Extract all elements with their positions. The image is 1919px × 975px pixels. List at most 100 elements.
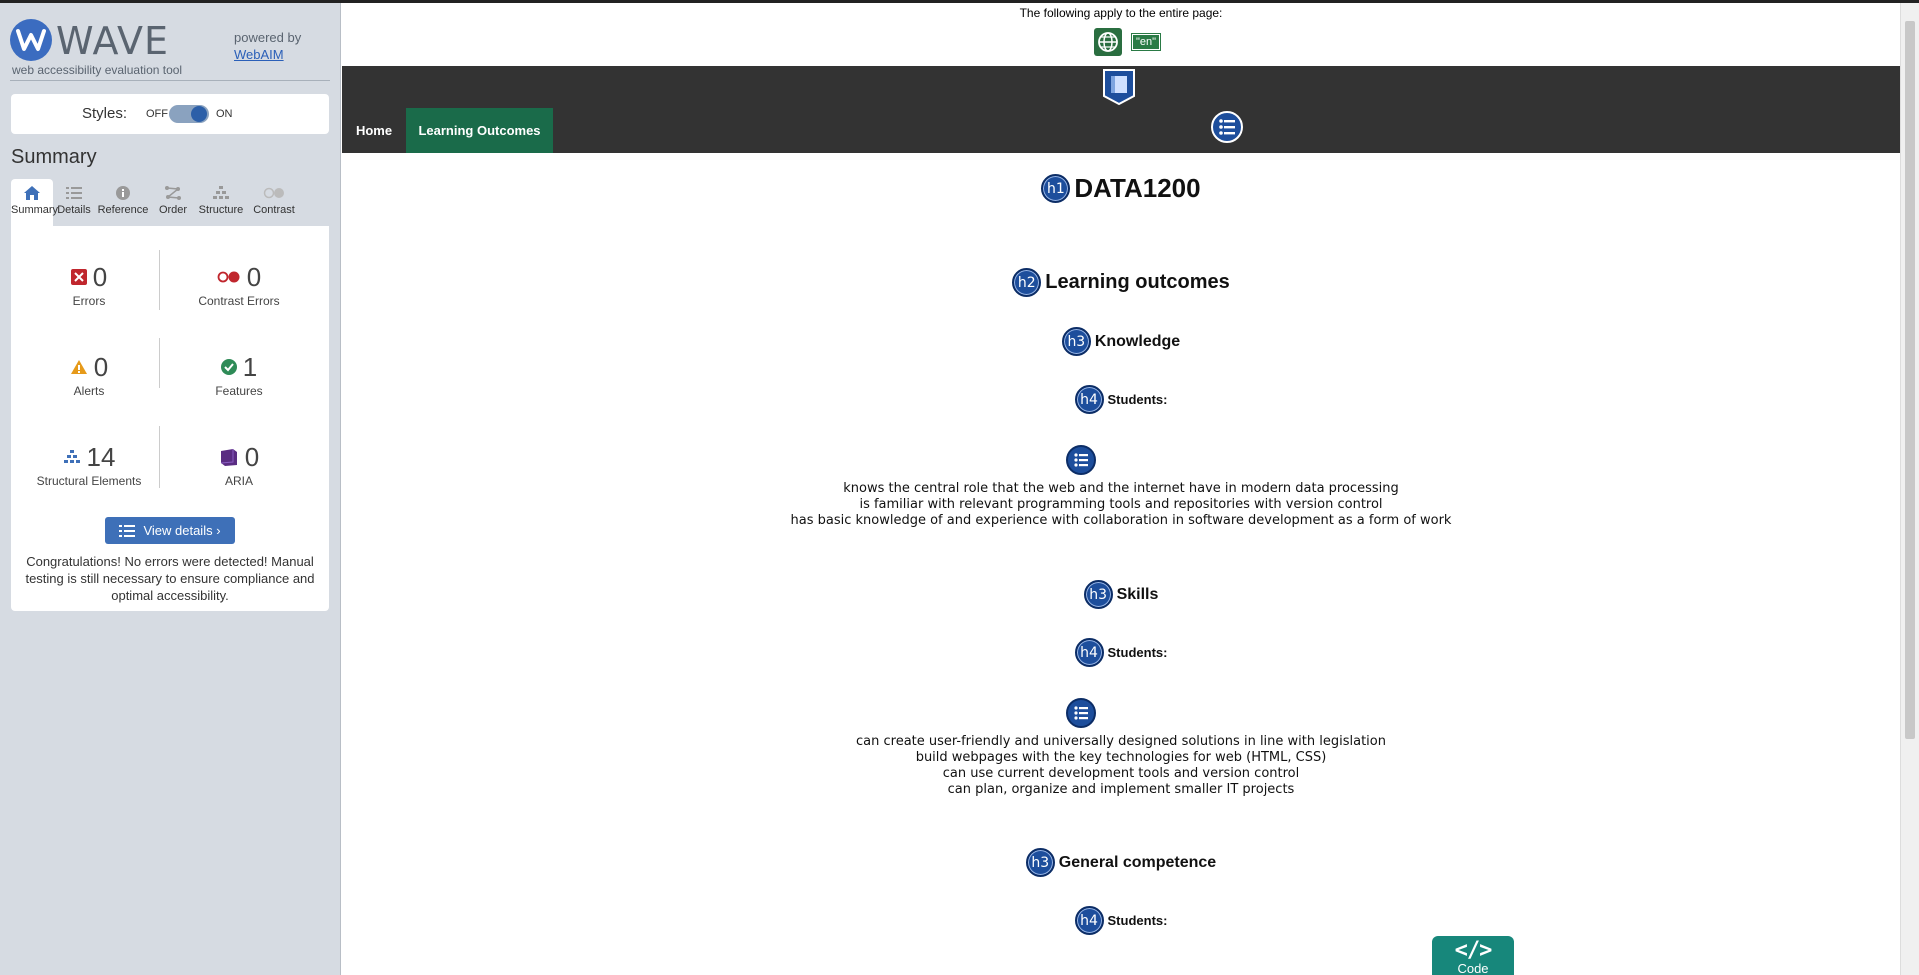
list-icon[interactable] bbox=[1066, 445, 1096, 475]
tab-structure[interactable]: Structure bbox=[195, 179, 247, 226]
webaim-link[interactable]: WebAIM bbox=[234, 46, 301, 63]
h3-text: General competence bbox=[1058, 853, 1217, 871]
stat-structural-elements[interactable]: 14 Structural Elements bbox=[19, 441, 159, 489]
h4-text: Students: bbox=[1107, 392, 1168, 407]
nav-learning-outcomes-link[interactable]: Learning Outcomes bbox=[406, 108, 553, 153]
stat-features[interactable]: 1 Features bbox=[169, 351, 309, 399]
stat-contrast-errors[interactable]: 0 Contrast Errors bbox=[169, 262, 309, 309]
details-list-icon bbox=[66, 187, 82, 199]
h4-badge-icon[interactable]: h4 bbox=[1074, 638, 1104, 667]
language-badge[interactable]: "en" bbox=[1130, 33, 1162, 51]
tab-contrast-label: Contrast bbox=[253, 204, 295, 216]
list-item: can create user-friendly and universally… bbox=[856, 734, 1386, 749]
aria-icon bbox=[220, 449, 237, 466]
h4-badge-icon[interactable]: h4 bbox=[1074, 906, 1104, 935]
wave-logo-area: WAVE web accessibility evaluation tool p… bbox=[10, 15, 330, 81]
styles-label: Styles: bbox=[82, 105, 128, 122]
congrats-message: Congratulations! No errors were detected… bbox=[25, 554, 315, 603]
contrast-icon bbox=[263, 187, 284, 199]
h2-text: Learning outcomes bbox=[1045, 271, 1230, 293]
skills-list: can create user-friendly and universally… bbox=[342, 734, 1900, 798]
h4-text: Students: bbox=[1107, 913, 1168, 928]
tab-contrast[interactable]: Contrast bbox=[249, 179, 299, 226]
heading-h3-skills: h3 Skills bbox=[342, 580, 1900, 609]
tab-reference[interactable]: Reference bbox=[95, 179, 151, 226]
h3-badge-icon[interactable]: h3 bbox=[1025, 848, 1055, 877]
code-icon: </> bbox=[1454, 938, 1493, 963]
tab-order-label: Order bbox=[158, 204, 188, 216]
structural-label: Structural Elements bbox=[36, 474, 142, 488]
h3-text: Skills bbox=[1116, 585, 1159, 603]
errors-count: 0 bbox=[92, 261, 108, 292]
h2-badge-icon[interactable]: h2 bbox=[1012, 268, 1042, 297]
scrollbar-thumb[interactable] bbox=[1905, 21, 1915, 739]
toggle-knob bbox=[191, 106, 207, 122]
alert-icon bbox=[70, 360, 87, 374]
page-language-notice: The following apply to the entire page: bbox=[1019, 6, 1223, 20]
code-label: Code bbox=[1457, 961, 1489, 975]
h4-text: Students: bbox=[1107, 645, 1168, 660]
contrast-errors-label: Contrast Errors bbox=[198, 294, 280, 308]
wave-subtitle: web accessibility evaluation tool bbox=[12, 63, 183, 77]
code-toggle-button[interactable]: </> Code bbox=[1432, 936, 1514, 975]
home-icon bbox=[24, 186, 40, 200]
heading-h3-general: h3 General competence bbox=[342, 848, 1900, 877]
aria-count: 0 bbox=[244, 441, 260, 472]
tab-summary[interactable]: Summary bbox=[11, 179, 58, 226]
panel-tabs: Summary Details Reference Order Structur… bbox=[11, 179, 329, 226]
structural-count: 14 bbox=[86, 441, 116, 472]
structure-icon bbox=[213, 186, 229, 199]
heading-h4: h4 Students: bbox=[342, 385, 1900, 414]
styles-toggle[interactable] bbox=[169, 105, 209, 123]
powered-by-text: powered by bbox=[234, 30, 302, 45]
h1-badge-icon[interactable]: h1 bbox=[1041, 174, 1071, 203]
evaluated-page: The following apply to the entire page: … bbox=[342, 3, 1900, 975]
divider bbox=[159, 250, 160, 310]
tab-reference-label: Reference bbox=[97, 204, 149, 216]
list-item: has basic knowledge of and experience wi… bbox=[790, 513, 1452, 528]
contrast-error-icon bbox=[217, 271, 240, 283]
list-icon[interactable] bbox=[1066, 698, 1096, 728]
tab-structure-label: Structure bbox=[198, 204, 244, 216]
errors-label: Errors bbox=[72, 294, 106, 308]
list-item: can plan, organize and implement smaller… bbox=[947, 782, 1295, 797]
details-list-icon bbox=[119, 524, 136, 537]
tab-order[interactable]: Order bbox=[153, 179, 193, 226]
summary-heading: Summary bbox=[11, 146, 97, 168]
navigation-landmark-icon[interactable] bbox=[1102, 68, 1136, 106]
heading-h4: h4 Students: bbox=[342, 906, 1900, 935]
wave-sidebar: WAVE web accessibility evaluation tool p… bbox=[0, 3, 341, 975]
list-item: build webpages with the key technologies… bbox=[915, 750, 1327, 765]
h4-badge-icon[interactable]: h4 bbox=[1074, 385, 1104, 414]
order-icon bbox=[165, 186, 181, 200]
error-icon bbox=[70, 269, 87, 285]
nav-home-link[interactable]: Home bbox=[342, 108, 406, 153]
h3-badge-icon[interactable]: h3 bbox=[1083, 580, 1113, 609]
h1-text: DATA1200 bbox=[1074, 173, 1201, 203]
features-count: 1 bbox=[242, 351, 258, 382]
language-globe-icon[interactable] bbox=[1094, 28, 1122, 56]
alerts-label: Alerts bbox=[73, 384, 105, 398]
tab-details-label: Details bbox=[57, 204, 91, 216]
heading-h4: h4 Students: bbox=[342, 638, 1900, 667]
stat-errors[interactable]: 0 Errors bbox=[19, 262, 159, 308]
h3-badge-icon[interactable]: h3 bbox=[1061, 327, 1091, 356]
list-icon[interactable] bbox=[1211, 111, 1243, 143]
page-scrollbar[interactable] bbox=[1900, 3, 1919, 975]
aria-label: ARIA bbox=[224, 474, 253, 488]
list-item: knows the central role that the web and … bbox=[843, 481, 1399, 496]
site-navbar: Home Learning Outcomes bbox=[342, 66, 1900, 153]
list-item: is familiar with relevant programming to… bbox=[859, 497, 1383, 512]
heading-h1: h1 DATA1200 bbox=[342, 173, 1900, 204]
stat-alerts[interactable]: 0 Alerts bbox=[19, 352, 159, 398]
knowledge-list: knows the central role that the web and … bbox=[342, 481, 1900, 529]
wave-title: WAVE bbox=[56, 19, 170, 63]
info-icon bbox=[116, 186, 130, 200]
tab-summary-label: Summary bbox=[11, 204, 59, 216]
divider bbox=[159, 338, 160, 388]
heading-h2: h2 Learning outcomes bbox=[342, 268, 1900, 297]
wave-logo-icon bbox=[10, 19, 52, 61]
stat-aria[interactable]: 0 ARIA bbox=[169, 442, 309, 488]
view-details-button[interactable]: View details › bbox=[105, 517, 235, 544]
tab-details[interactable]: Details bbox=[55, 179, 93, 226]
